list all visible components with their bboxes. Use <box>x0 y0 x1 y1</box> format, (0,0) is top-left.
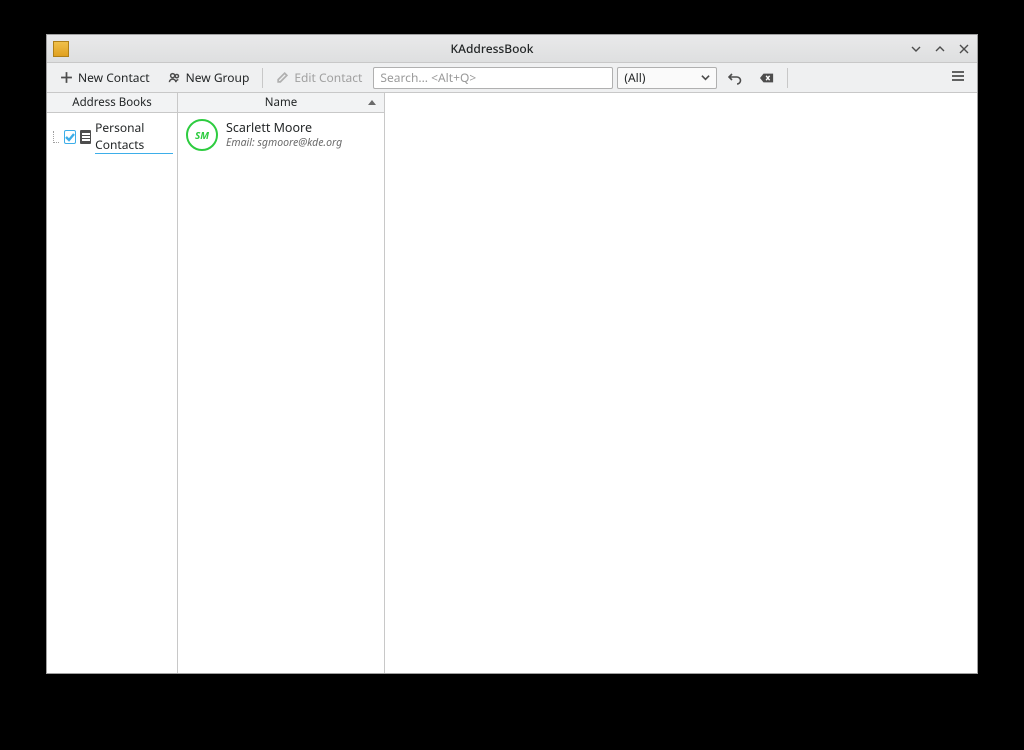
tree-branch <box>53 131 59 143</box>
backspace-icon <box>760 71 774 85</box>
new-group-button[interactable]: New Group <box>161 66 257 89</box>
separator <box>787 68 788 88</box>
address-books-header[interactable]: Address Books <box>47 93 177 113</box>
contact-text: Scarlett Moore Email: sgmoore@kde.org <box>226 119 342 150</box>
contact-list-item[interactable]: SM Scarlett Moore Email: sgmoore@kde.org <box>178 113 384 157</box>
content-area: Address Books Personal Contacts Name SM … <box>47 93 977 673</box>
application-window: KAddressBook New Contact New Group Edit … <box>46 34 978 674</box>
new-contact-button[interactable]: New Contact <box>53 66 157 89</box>
close-button[interactable] <box>957 42 971 56</box>
hamburger-icon <box>950 68 966 84</box>
address-book-checkbox[interactable] <box>64 130 76 144</box>
filter-select[interactable]: (All) <box>617 67 717 89</box>
undo-button[interactable] <box>721 68 749 88</box>
chevron-down-icon <box>701 73 710 82</box>
plus-icon <box>60 71 73 84</box>
check-icon <box>65 132 75 142</box>
address-book-label: Personal Contacts <box>95 119 173 154</box>
contact-list-panel: Name SM Scarlett Moore Email: sgmoore@kd… <box>178 93 385 673</box>
maximize-button[interactable] <box>933 42 947 56</box>
address-book-icon <box>80 130 91 144</box>
avatar: SM <box>186 119 218 151</box>
group-icon <box>168 71 181 84</box>
toolbar: New Contact New Group Edit Contact (All) <box>47 63 977 93</box>
new-contact-label: New Contact <box>78 69 150 86</box>
separator <box>262 68 263 88</box>
new-group-label: New Group <box>186 69 250 86</box>
contact-email: Email: sgmoore@kde.org <box>226 136 342 150</box>
pencil-icon <box>276 71 289 84</box>
clear-search-button[interactable] <box>753 68 781 88</box>
search-input[interactable] <box>373 67 613 89</box>
menu-button[interactable] <box>945 65 971 91</box>
app-icon <box>53 41 69 57</box>
window-controls <box>909 42 971 56</box>
contact-name: Scarlett Moore <box>226 119 342 136</box>
contact-list-header[interactable]: Name <box>178 93 384 113</box>
titlebar: KAddressBook <box>47 35 977 63</box>
edit-contact-label: Edit Contact <box>294 69 362 86</box>
undo-icon <box>728 71 742 85</box>
address-book-item[interactable]: Personal Contacts <box>49 117 175 156</box>
address-books-tree: Personal Contacts <box>47 113 177 160</box>
filter-selected-label: (All) <box>624 69 645 86</box>
contact-detail-panel <box>385 93 977 673</box>
address-books-panel: Address Books Personal Contacts <box>47 93 178 673</box>
edit-contact-button: Edit Contact <box>269 66 369 89</box>
window-title: KAddressBook <box>75 40 909 57</box>
minimize-button[interactable] <box>909 42 923 56</box>
